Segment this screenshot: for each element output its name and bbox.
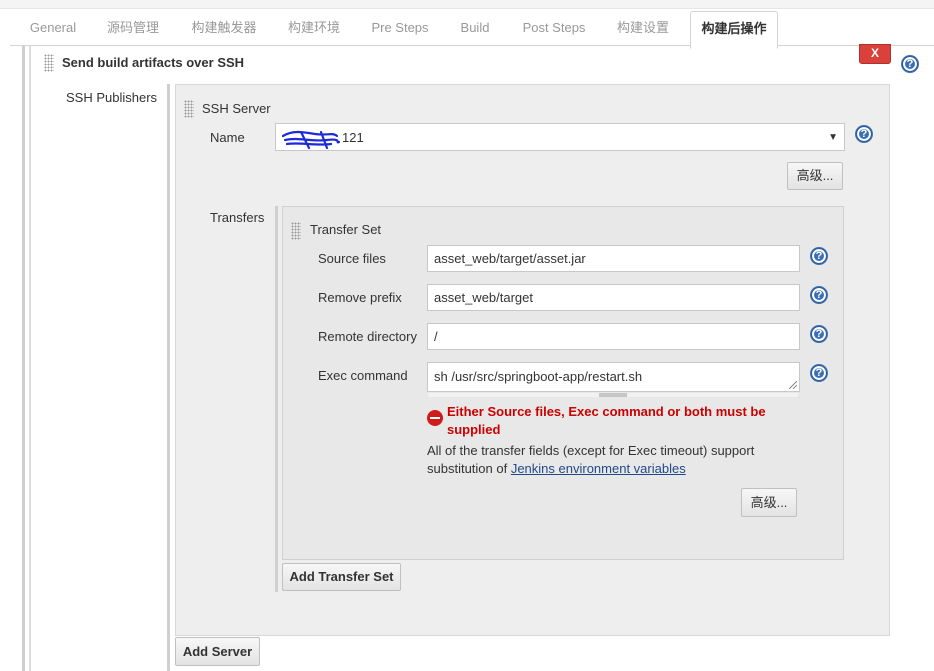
tab-source-management[interactable]: 源码管理 bbox=[98, 9, 168, 45]
remove-prefix-label: Remove prefix bbox=[318, 290, 402, 305]
add-server-button[interactable]: Add Server bbox=[175, 637, 260, 666]
redaction-scribble bbox=[281, 130, 341, 150]
tab-build-settings[interactable]: 构建设置 bbox=[608, 9, 678, 45]
section-title: Send build artifacts over SSH bbox=[62, 55, 245, 70]
source-files-label: Source files bbox=[318, 251, 386, 266]
tab-general[interactable]: General bbox=[22, 9, 84, 45]
remote-directory-input[interactable]: / bbox=[427, 323, 800, 350]
outer-border-line bbox=[22, 46, 25, 671]
ssh-publishers-label: SSH Publishers bbox=[66, 90, 158, 105]
tab-build-environment[interactable]: 构建环境 bbox=[278, 9, 350, 45]
source-files-help-icon[interactable]: ? bbox=[811, 248, 827, 264]
exec-command-label: Exec command bbox=[318, 368, 408, 383]
transfers-label: Transfers bbox=[210, 210, 265, 225]
transfer-set-title: Transfer Set bbox=[310, 222, 382, 237]
transfers-border bbox=[275, 206, 278, 592]
name-help-icon[interactable]: ? bbox=[856, 126, 872, 142]
substitution-note: All of the transfer fields (except for E… bbox=[427, 442, 787, 478]
error-icon bbox=[427, 410, 443, 426]
tab-build[interactable]: Build bbox=[450, 9, 500, 45]
publishers-border bbox=[167, 84, 170, 671]
name-label: Name bbox=[210, 130, 245, 145]
validation-error: Either Source files, Exec command or bot… bbox=[447, 404, 766, 437]
transfer-advanced-button[interactable]: 高级... bbox=[741, 488, 797, 517]
env-variables-link[interactable]: Jenkins environment variables bbox=[511, 461, 686, 476]
tab-build-triggers[interactable]: 构建触发器 bbox=[180, 9, 268, 45]
textarea-expand-handle[interactable] bbox=[427, 392, 799, 398]
ssh-server-title: SSH Server bbox=[202, 101, 271, 116]
help-icon[interactable]: ? bbox=[902, 56, 918, 72]
transfer-drag-handle[interactable] bbox=[291, 222, 301, 240]
tab-post-build-actions[interactable]: 构建后操作 bbox=[690, 11, 778, 49]
config-tabs: General 源码管理 构建触发器 构建环境 Pre Steps Build … bbox=[10, 9, 934, 49]
drag-handle[interactable] bbox=[44, 54, 54, 72]
resize-handle-icon[interactable] bbox=[789, 381, 797, 389]
server-name-select[interactable]: 121 ▼ bbox=[275, 123, 845, 151]
server-drag-handle[interactable] bbox=[184, 100, 194, 118]
remote-directory-label: Remote directory bbox=[318, 329, 417, 344]
exec-command-textarea[interactable]: sh /usr/src/springboot-app/restart.sh bbox=[427, 362, 800, 392]
tab-post-steps[interactable]: Post Steps bbox=[514, 9, 594, 45]
source-files-input[interactable]: asset_web/target/asset.jar bbox=[427, 245, 800, 272]
chevron-down-icon: ▼ bbox=[828, 132, 838, 143]
server-advanced-button[interactable]: 高级... bbox=[787, 162, 843, 190]
remote-directory-help-icon[interactable]: ? bbox=[811, 326, 827, 342]
top-strip bbox=[0, 0, 934, 9]
remove-prefix-help-icon[interactable]: ? bbox=[811, 287, 827, 303]
server-name-value: 121 bbox=[342, 130, 364, 145]
exec-command-value: sh /usr/src/springboot-app/restart.sh bbox=[434, 369, 643, 384]
inner-border-line bbox=[29, 46, 31, 671]
delete-button[interactable]: X bbox=[859, 44, 891, 64]
exec-command-help-icon[interactable]: ? bbox=[811, 365, 827, 381]
tab-pre-steps[interactable]: Pre Steps bbox=[364, 9, 436, 45]
remove-prefix-input[interactable]: asset_web/target bbox=[427, 284, 800, 311]
add-transfer-set-button[interactable]: Add Transfer Set bbox=[282, 563, 401, 591]
